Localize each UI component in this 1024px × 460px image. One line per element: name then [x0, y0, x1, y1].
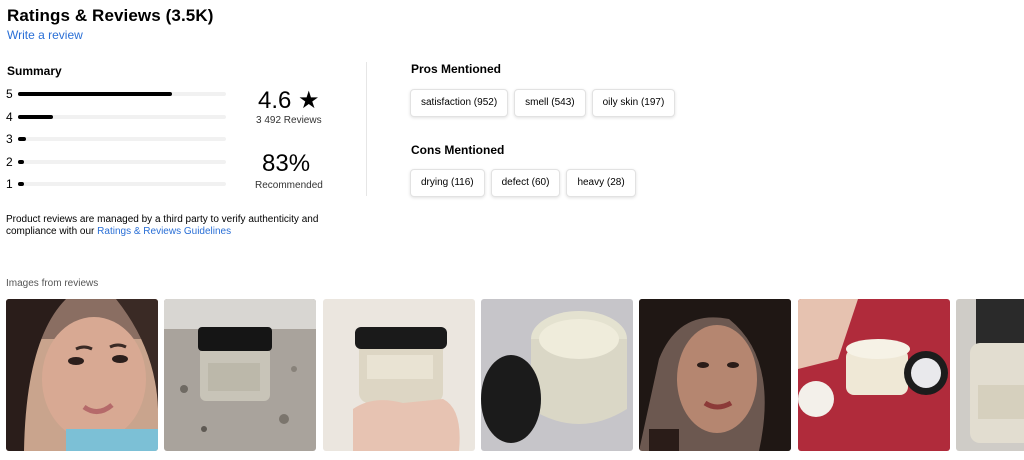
review-photo-jar-countertop[interactable] [164, 299, 316, 451]
page-title: Ratings & Reviews (3.5K) [7, 6, 214, 25]
con-chip-heavy[interactable]: heavy (28) [566, 169, 636, 197]
average-rating: 4.6 ★ [258, 87, 320, 114]
review-photo-jar-red-background[interactable] [798, 299, 950, 451]
con-chip-defect[interactable]: defect (60) [490, 169, 561, 197]
rating-row-2[interactable]: 2 [6, 155, 226, 169]
pro-chip-smell[interactable]: smell (543) [514, 89, 586, 117]
write-review-link[interactable]: Write a review [7, 28, 83, 42]
pros-heading: Pros Mentioned [411, 62, 502, 76]
rating-bar-fill [18, 160, 24, 164]
images-heading: Images from reviews [6, 278, 99, 289]
rating-bar-track [18, 137, 226, 141]
rating-bar-fill [18, 92, 172, 96]
rating-row-4[interactable]: 4 [6, 110, 226, 124]
rating-row-3[interactable]: 3 [6, 132, 226, 146]
rating-bar-track [18, 182, 226, 186]
review-count: 3 492 Reviews [256, 115, 322, 126]
pros-chips: satisfaction (952) smell (543) oily skin… [410, 89, 676, 117]
pro-chip-satisfaction[interactable]: satisfaction (952) [410, 89, 509, 117]
cons-heading: Cons Mentioned [411, 143, 505, 157]
pro-chip-oily-skin[interactable]: oily skin (197) [591, 89, 676, 117]
rating-row-1[interactable]: 1 [6, 177, 226, 191]
section-divider [366, 62, 367, 196]
recommended-label: Recommended [255, 180, 323, 191]
rating-bar-fill [18, 182, 24, 186]
summary-heading: Summary [7, 64, 62, 78]
rating-star-label: 1 [6, 177, 13, 191]
cons-chips: drying (116) defect (60) heavy (28) [410, 169, 636, 197]
rating-bar-track [18, 115, 226, 119]
rating-bar-fill [18, 115, 54, 119]
review-images-carousel[interactable] [6, 299, 1024, 451]
rating-bar-track [18, 160, 226, 164]
review-photo-jar-in-hand[interactable] [323, 299, 475, 451]
guidelines-link[interactable]: Ratings & Reviews Guidelines [97, 226, 231, 237]
rating-row-5[interactable]: 5 [6, 87, 226, 101]
rating-star-label: 5 [6, 87, 13, 101]
disclaimer-text: Product reviews are managed by a third p… [6, 214, 336, 238]
rating-star-label: 2 [6, 155, 13, 169]
review-photo-selfie-1[interactable] [6, 299, 158, 451]
rating-bar-fill [18, 137, 27, 141]
review-photo-jar-closeup[interactable] [956, 299, 1024, 451]
review-photo-selfie-2[interactable] [639, 299, 791, 451]
con-chip-drying[interactable]: drying (116) [410, 169, 485, 197]
recommended-percentage: 83% [262, 150, 311, 177]
review-photo-open-jar[interactable] [481, 299, 633, 451]
rating-star-label: 3 [6, 132, 13, 146]
rating-star-label: 4 [6, 110, 13, 124]
rating-bar-track [18, 92, 226, 96]
